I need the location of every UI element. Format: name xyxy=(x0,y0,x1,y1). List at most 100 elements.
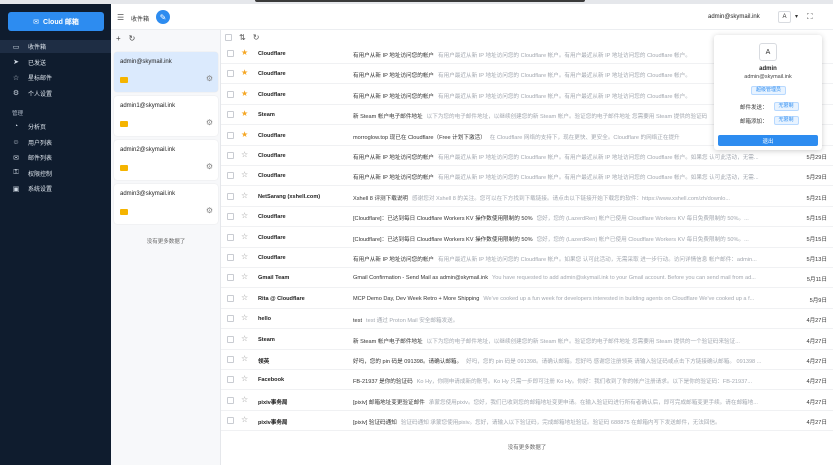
gear-icon[interactable]: ⚙ xyxy=(206,162,213,171)
mail-subject: 新 Steam 帐户电子邮件地址 xyxy=(353,114,423,121)
sidebar-item-main-1[interactable]: ➤ 已发送 xyxy=(0,56,111,69)
mail-subject: 有用户从新 IP 地址访问您的帐户 xyxy=(353,73,435,80)
row-checkbox[interactable] xyxy=(227,131,234,139)
chevron-down-icon[interactable]: ▾ xyxy=(795,13,798,20)
star-icon[interactable]: ☆ xyxy=(241,374,248,384)
star-icon[interactable]: ★ xyxy=(241,130,248,140)
account-card[interactable]: admin3@skymail.ink ⚙ xyxy=(114,184,218,224)
mail-preview: 有用户最近从新 IP 地址访问您的 Cloudflare 帐户。有用户最近从新 … xyxy=(438,53,691,59)
row-checkbox[interactable] xyxy=(227,396,234,404)
mail-row[interactable]: ☆ Cloudflare 有用户从新 IP 地址访问您的帐户 有用户最近从新 IP 地… xyxy=(221,166,833,187)
role-badge: 超级管理员 xyxy=(751,86,787,95)
row-checkbox[interactable] xyxy=(227,356,234,363)
list-refresh-icon[interactable]: ↻ xyxy=(253,33,260,42)
row-checkbox[interactable] xyxy=(227,213,234,221)
select-all-checkbox[interactable] xyxy=(225,34,232,41)
compose-pen-button[interactable]: ✎ xyxy=(156,10,170,24)
star-icon[interactable]: ☆ xyxy=(241,354,248,364)
row-checkbox[interactable] xyxy=(227,233,234,241)
star-icon[interactable]: ☆ xyxy=(241,395,248,405)
mail-preview: 承蒙您使用pixiv。您好，我们已收到您的邮箱地址变更申请。在输入验证码进行所有… xyxy=(428,399,758,406)
mail-row[interactable]: ☆ pixiv事务局 [pixiv] 验证码通知 验证码通知 承蒙您使用pixiv。您… xyxy=(221,411,833,432)
user-avatar[interactable]: A xyxy=(778,11,791,23)
mail-row[interactable]: ☆ Gmail Team Gmail Confirmation - Send Mai… xyxy=(221,268,833,289)
sidebar-item-admin-0[interactable]: ◔ 分析页 xyxy=(0,120,111,133)
mail-row[interactable]: ☆ 领英 好吗，您的 pin 码是 091398。请确认邮箱。 好吗，您的 pin 码… xyxy=(221,350,833,370)
sidebar-item-admin-4[interactable]: ▣ 系统设置 xyxy=(0,182,111,195)
row-checkbox[interactable] xyxy=(227,274,234,282)
mail-sender: Cloudflare xyxy=(258,91,286,98)
row-checkbox[interactable] xyxy=(227,335,234,343)
mail-row[interactable]: ☆ Cloudflare [Cloudflare]：已达到每日 Cloudflare… xyxy=(221,207,833,228)
mail-preview: 在 Cloudflare 网络的支持下，现在更快、更安全。Cloudflare … xyxy=(489,134,680,141)
account-card[interactable]: admin2@skymail.ink ⚙ xyxy=(114,140,218,180)
compose-button[interactable]: ✉ Cloud 邮箱 xyxy=(8,12,104,31)
mail-subject-line: [Cloudflare]：已达到每日 Cloudflare Workers KV… xyxy=(353,235,793,243)
account-card[interactable]: admin1@skymail.ink ⚙ xyxy=(114,96,218,136)
star-icon[interactable]: ★ xyxy=(241,109,248,119)
row-checkbox[interactable] xyxy=(227,152,234,159)
mail-subject-line: 有用户从新 IP 地址访问您的帐户 有用户最近从新 IP 地址访问您的 Cloud… xyxy=(353,255,793,263)
mail-row[interactable]: ☆ Steam 新 Steam 帐户电子邮件地址 以下为您的电子邮件地址，以继续创建您… xyxy=(221,330,833,350)
gear-icon[interactable]: ⚙ xyxy=(206,206,213,215)
fullscreen-icon[interactable]: ⛶ xyxy=(807,12,813,22)
star-icon[interactable]: ☆ xyxy=(241,334,248,344)
mail-row[interactable]: ☆ pixiv事务局 [pixiv] 邮箱地址变更验证邮件 承蒙您使用pixiv。您好… xyxy=(221,391,833,411)
star-icon[interactable]: ☆ xyxy=(241,313,248,323)
add-account-icon[interactable]: + xyxy=(116,34,121,43)
gear-icon[interactable]: ⚙ xyxy=(206,74,213,83)
sidebar-item-label: 系统设置 xyxy=(28,187,53,193)
logout-button[interactable]: 退出 xyxy=(718,135,818,146)
mail-date: 5月15日 xyxy=(806,236,827,243)
star-icon[interactable]: ☆ xyxy=(241,191,248,201)
sidebar-item-admin-1[interactable]: ☺ 用户列表 xyxy=(0,136,111,149)
row-checkbox[interactable] xyxy=(227,254,234,261)
row-checkbox[interactable] xyxy=(227,70,234,78)
sidebar-item-main-3[interactable]: ⚙ 个人设置 xyxy=(0,87,111,100)
compose-label: Cloud 邮箱 xyxy=(43,18,79,26)
star-icon[interactable]: ☆ xyxy=(241,252,248,262)
mail-row[interactable]: ☆ Cloudflare 有用户从新 IP 地址访问您的帐户 有用户最近从新 IP 地… xyxy=(221,248,833,268)
row-checkbox[interactable] xyxy=(227,315,234,323)
sidebar-item-admin-2[interactable]: ✉ 邮件列表 xyxy=(0,151,111,164)
refresh-icon[interactable]: ↻ xyxy=(129,34,136,43)
account-card[interactable]: admin@skymail.ink ⚙ xyxy=(114,52,218,92)
row-checkbox[interactable] xyxy=(227,376,234,384)
star-icon[interactable]: ★ xyxy=(241,68,248,78)
row-checkbox[interactable] xyxy=(227,192,234,200)
mail-subject: [Cloudflare]：已达到每日 Cloudflare Workers KV… xyxy=(353,236,533,243)
sort-icon[interactable]: ⇅ xyxy=(239,33,246,42)
sidebar-item-main-0[interactable]: ▭ 收件箱 xyxy=(0,40,111,53)
mail-date: 5月29日 xyxy=(806,155,827,161)
row-checkbox[interactable] xyxy=(227,90,234,98)
star-icon[interactable]: ☆ xyxy=(241,211,248,221)
mail-row[interactable]: ☆ hello test test 通过 Proton Mail 安全邮箱发送。 4月2… xyxy=(221,309,833,330)
row-checkbox[interactable] xyxy=(227,111,234,119)
mail-subject: 有用户从新 IP 地址访问您的帐户 xyxy=(353,257,435,263)
star-icon[interactable]: ☆ xyxy=(241,415,248,425)
row-checkbox[interactable] xyxy=(227,50,234,57)
star-icon[interactable]: ☆ xyxy=(241,293,248,303)
row-checkbox[interactable] xyxy=(227,172,234,180)
mail-row[interactable]: ☆ Facebook FB-21937 是你的验证码 Ko Hy，你刚申请成新的账号。… xyxy=(221,370,833,391)
star-icon[interactable]: ☆ xyxy=(241,232,248,242)
mail-date: 4月27日 xyxy=(806,399,827,406)
row-checkbox[interactable] xyxy=(227,294,234,302)
star-icon[interactable]: ★ xyxy=(241,89,248,99)
row-checkbox[interactable] xyxy=(227,417,234,425)
star-icon[interactable]: ☆ xyxy=(241,272,248,282)
mail-row[interactable]: ☆ Cloudflare [Cloudflare]：已达到每日 Cloudflare… xyxy=(221,228,833,248)
sidebar-item-main-2[interactable]: ☆ 星标邮件 xyxy=(0,71,111,84)
menu-icon[interactable]: ☰ xyxy=(117,13,124,22)
mail-row[interactable]: ☆ Rita @ Cloudflare MCP Demo Day, Dev Week… xyxy=(221,289,833,309)
mail-subject-line: 有用户从新 IP 地址访问您的帐户 有用户最近从新 IP 地址访问您的 Cloud… xyxy=(353,173,793,181)
add-limit-value: 无限制 xyxy=(773,116,799,125)
mail-row[interactable]: ☆ NetSarang (xshell.com) Xshell 8 评测下载说明 感谢… xyxy=(221,187,833,207)
star-icon[interactable]: ★ xyxy=(241,48,248,58)
gear-icon[interactable]: ⚙ xyxy=(206,118,213,127)
mail-sender: Steam xyxy=(258,112,275,119)
popup-email: admin@skymail.ink xyxy=(744,74,792,80)
star-icon[interactable]: ☆ xyxy=(241,150,248,160)
sidebar-item-admin-3[interactable]: ⚿ 权限控制 xyxy=(0,167,111,180)
star-icon[interactable]: ☆ xyxy=(241,170,248,180)
